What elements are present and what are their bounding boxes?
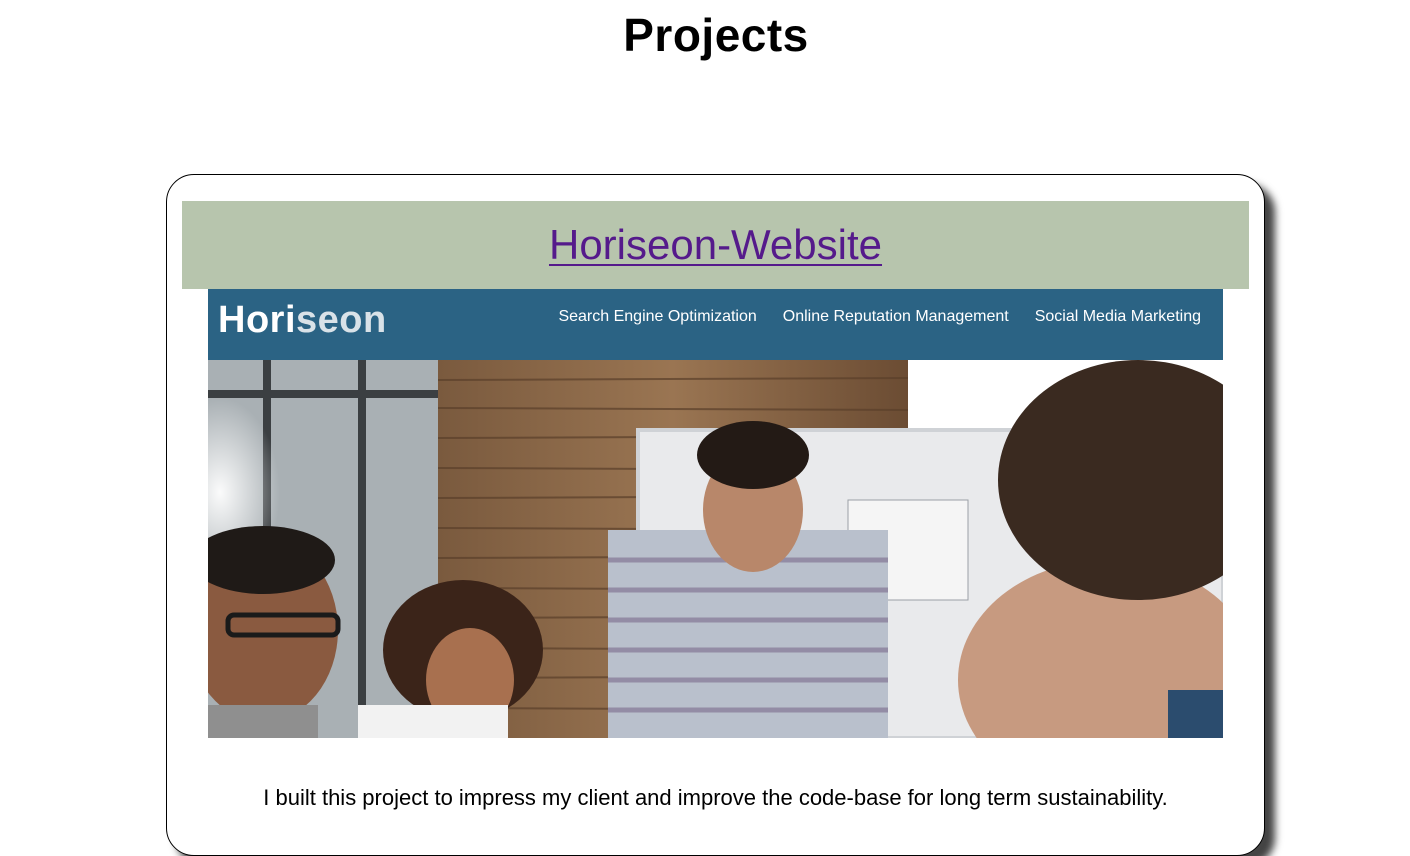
screenshot-nav-item: Search Engine Optimization	[558, 308, 757, 325]
project-screenshot[interactable]: Horiseon Search Engine Optimization Onli…	[208, 289, 1223, 738]
project-description: I built this project to impress my clien…	[263, 785, 1168, 810]
page-title: Projects	[623, 9, 809, 61]
project-header: Horiseon-Website	[182, 201, 1249, 289]
logo-bold-text: Hori	[218, 299, 296, 341]
screenshot-nav-bar: Horiseon Search Engine Optimization Onli…	[208, 289, 1223, 360]
project-link[interactable]: Horiseon-Website	[549, 221, 882, 269]
screenshot-nav-item: Social Media Marketing	[1034, 308, 1201, 325]
project-card: Horiseon-Website Horiseon Search Engine …	[166, 174, 1265, 856]
screenshot-menu: Search Engine Optimization Online Reputa…	[558, 308, 1201, 326]
logo-light-text: seon	[296, 299, 387, 341]
team-meeting-photo	[208, 360, 1223, 738]
screenshot-nav-item: Online Reputation Management	[782, 308, 1009, 325]
screenshot-logo: Horiseon	[218, 299, 387, 342]
